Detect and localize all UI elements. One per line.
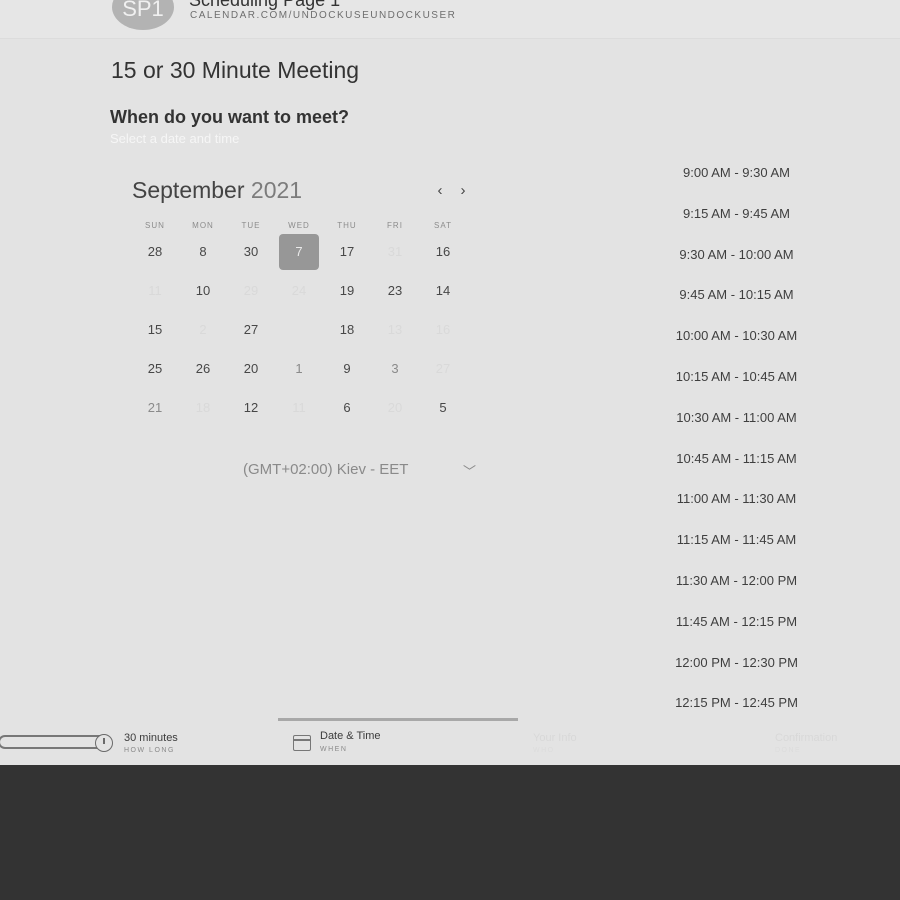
year: 2021: [250, 177, 303, 203]
page-url[interactable]: CALENDAR.COM/UNDOCKUSEUNDOCKUSER: [190, 10, 456, 21]
time-slot[interactable]: 9:00 AM - 9:30 AM: [640, 165, 833, 180]
calendar-day[interactable]: 28: [135, 234, 175, 270]
duration-progress-pill: [0, 735, 110, 749]
calendar-day[interactable]: 23: [375, 273, 415, 309]
calendar-day: 11: [292, 400, 306, 415]
calendar-day: 16: [435, 322, 451, 337]
calendar-day[interactable]: 8: [183, 234, 223, 270]
calendar-day: 13: [387, 322, 403, 337]
time-slot[interactable]: 11:15 AM - 11:45 AM: [640, 532, 833, 547]
time-slot[interactable]: 10:30 AM - 11:00 AM: [640, 410, 833, 425]
step-date-time-label[interactable]: Date & Time: [320, 730, 381, 742]
time-slot[interactable]: 10:00 AM - 10:30 AM: [640, 328, 833, 343]
calendar-day[interactable]: 5: [423, 390, 463, 426]
time-slot[interactable]: 9:30 AM - 10:00 AM: [640, 247, 833, 262]
step-confirmation-sub: DONE: [775, 747, 802, 754]
chevron-down-icon[interactable]: ﹀: [463, 461, 476, 480]
calendar-day: 31: [387, 244, 403, 259]
calendar-day[interactable]: 26: [183, 351, 223, 387]
month-year-title: September 2021: [132, 177, 302, 204]
date-time-instruction: Select a date and time: [110, 131, 240, 146]
step-confirmation-label[interactable]: Confirmation: [775, 732, 837, 744]
calendar-icon: [293, 735, 311, 751]
calendar-day: 11: [148, 283, 162, 298]
time-slot[interactable]: 11:45 AM - 12:15 PM: [640, 614, 833, 629]
steps-bar: 30 minutes HOW LONG Date & Time WHEN You…: [0, 718, 900, 765]
calendar-day[interactable]: 25: [135, 351, 175, 387]
calendar-day[interactable]: 9: [327, 351, 367, 387]
active-step-indicator: [278, 718, 518, 721]
calendar-day[interactable]: 30: [231, 234, 271, 270]
next-month-icon[interactable]: ›: [455, 182, 471, 200]
calendar-day: 27: [435, 361, 451, 376]
calendar-day: 20: [387, 400, 403, 415]
calendar-day: 18: [195, 400, 211, 415]
time-slot[interactable]: 11:30 AM - 12:00 PM: [640, 573, 833, 588]
time-slot[interactable]: 10:45 AM - 11:15 AM: [640, 451, 833, 466]
clock-icon: [95, 734, 113, 752]
time-slot[interactable]: 12:15 PM - 12:45 PM: [640, 695, 833, 710]
selected-date[interactable]: 7: [279, 234, 319, 270]
calendar-day[interactable]: 20: [231, 351, 271, 387]
weekday-label: WED: [288, 221, 310, 230]
step-duration-sub: HOW LONG: [124, 747, 175, 754]
step-date-time-sub: WHEN: [320, 746, 348, 753]
calendar-day[interactable]: 21: [135, 390, 175, 426]
calendar-day[interactable]: 1: [279, 351, 319, 387]
calendar-day[interactable]: 17: [327, 234, 367, 270]
scheduling-panel: SP1 Scheduling Page 1 CALENDAR.COM/UNDOC…: [0, 0, 900, 765]
time-slot[interactable]: 9:15 AM - 9:45 AM: [640, 206, 833, 221]
calendar-day[interactable]: 10: [183, 273, 223, 309]
calendar-day[interactable]: 12: [231, 390, 271, 426]
weekday-label: TUE: [241, 221, 261, 230]
weekday-label: SAT: [434, 221, 452, 230]
time-slot[interactable]: 10:15 AM - 10:45 AM: [640, 369, 833, 384]
timezone-select[interactable]: (GMT+02:00) Kiev - EET: [243, 461, 408, 478]
calendar-day: 2: [199, 322, 207, 337]
calendar-day[interactable]: 18: [327, 312, 367, 348]
time-slot[interactable]: 11:00 AM - 11:30 AM: [640, 491, 833, 506]
calendar-day[interactable]: 19: [327, 273, 367, 309]
calendar-day[interactable]: 16: [423, 234, 463, 270]
meeting-title: 15 or 30 Minute Meeting: [111, 57, 360, 83]
calendar-day[interactable]: 3: [375, 351, 415, 387]
weekday-label: FRI: [387, 221, 403, 230]
weekday-label: THU: [337, 221, 357, 230]
step-info-sub: WHO: [533, 747, 555, 754]
avatar: SP1: [112, 0, 174, 30]
top-bar: SP1 Scheduling Page 1 CALENDAR.COM/UNDOC…: [0, 0, 900, 39]
weekday-label: SUN: [145, 221, 165, 230]
previous-month-icon[interactable]: ‹: [432, 182, 448, 200]
calendar-day[interactable]: 27: [231, 312, 271, 348]
month-name: September: [132, 177, 245, 203]
when-heading: When do you want to meet?: [110, 107, 349, 127]
weekday-label: MON: [192, 221, 214, 230]
step-info-label[interactable]: Your Info: [533, 732, 577, 744]
time-slot[interactable]: 9:45 AM - 10:15 AM: [640, 287, 833, 302]
calendar-day: 29: [243, 283, 259, 298]
calendar-day: 24: [291, 283, 307, 298]
calendar-day[interactable]: 14: [423, 273, 463, 309]
step-duration-label[interactable]: 30 minutes: [124, 732, 178, 744]
time-slot[interactable]: 12:00 PM - 12:30 PM: [640, 655, 833, 670]
calendar-day[interactable]: 6: [327, 390, 367, 426]
calendar-day[interactable]: 15: [135, 312, 175, 348]
